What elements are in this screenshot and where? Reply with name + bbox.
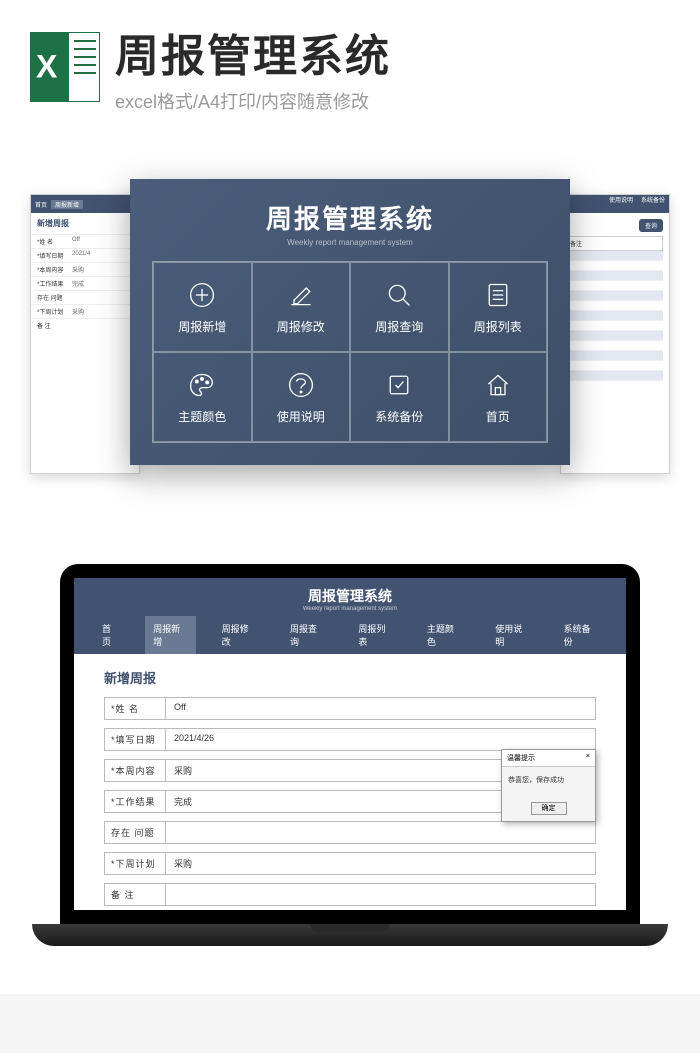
dialog-title: 温馨提示 bbox=[507, 753, 535, 763]
nav-theme[interactable]: 主题颜色 bbox=[419, 616, 469, 654]
dashboard-subtitle: Weekly report management system bbox=[152, 238, 548, 247]
tile-home[interactable]: 首页 bbox=[449, 352, 548, 442]
dialog-close-button[interactable]: × bbox=[586, 753, 590, 763]
page-header: X 周报管理系统 excel格式/A4打印/内容随意修改 bbox=[0, 0, 700, 124]
label-name: *姓 名 bbox=[104, 697, 166, 720]
input-nextplan[interactable]: 采购 bbox=[166, 852, 596, 875]
header-subtitle: excel格式/A4打印/内容随意修改 bbox=[115, 88, 670, 114]
input-name[interactable]: Off bbox=[166, 697, 596, 720]
edit-icon bbox=[286, 280, 316, 310]
preview-card-list: 使用说明 系统备份 查询 备注 bbox=[560, 194, 670, 474]
label-nextplan: *下周计划 bbox=[104, 852, 166, 875]
backup-icon bbox=[384, 370, 414, 400]
tile-edit-report[interactable]: 周报修改 bbox=[252, 262, 351, 352]
input-remark[interactable] bbox=[166, 883, 596, 906]
nav-backup[interactable]: 系统备份 bbox=[556, 616, 606, 654]
dashboard-title: 周报管理系统 bbox=[152, 199, 548, 236]
excel-icon: X bbox=[30, 32, 100, 102]
label-date: *填写日期 bbox=[104, 728, 166, 751]
laptop-mockup: 周报管理系统 Weekly report management system 首… bbox=[60, 564, 640, 994]
input-issue[interactable] bbox=[166, 821, 596, 844]
home-icon bbox=[483, 370, 513, 400]
tile-add-report[interactable]: 周报新增 bbox=[153, 262, 252, 352]
nav-search[interactable]: 周报查询 bbox=[282, 616, 332, 654]
label-remark: 备 注 bbox=[104, 883, 166, 906]
tile-backup[interactable]: 系统备份 bbox=[350, 352, 449, 442]
nav-home[interactable]: 首页 bbox=[94, 616, 127, 654]
search-icon bbox=[384, 280, 414, 310]
tile-list-report[interactable]: 周报列表 bbox=[449, 262, 548, 352]
form-heading: 新增周报 bbox=[104, 668, 596, 687]
label-content: *本周内容 bbox=[104, 759, 166, 782]
label-issue: 存在 问题 bbox=[104, 821, 166, 844]
help-icon bbox=[286, 370, 316, 400]
list-icon bbox=[483, 280, 513, 310]
label-result: *工作结果 bbox=[104, 790, 166, 813]
dashboard-card: 周报管理系统 Weekly report management system 周… bbox=[130, 179, 570, 465]
plus-circle-icon bbox=[187, 280, 217, 310]
input-date[interactable]: 2021/4/26 bbox=[166, 728, 596, 751]
dialog-ok-button[interactable]: 确定 bbox=[531, 802, 567, 815]
tile-help[interactable]: 使用说明 bbox=[252, 352, 351, 442]
tile-search-report[interactable]: 周报查询 bbox=[350, 262, 449, 352]
nav-add[interactable]: 周报新增 bbox=[145, 616, 195, 654]
dialog-body: 恭喜您，保存成功 bbox=[502, 767, 595, 793]
nav-help[interactable]: 使用说明 bbox=[487, 616, 537, 654]
app-header: 周报管理系统 Weekly report management system bbox=[74, 578, 626, 616]
preview-card-form: 首页 周报新增 新增周报 *姓 名Off *填写日期2021/4 *本周内容采购… bbox=[30, 194, 140, 474]
success-dialog: 温馨提示 × 恭喜您，保存成功 确定 bbox=[501, 749, 596, 822]
nav-bar: 首页 周报新增 周报修改 周报查询 周报列表 主题颜色 使用说明 系统备份 bbox=[74, 616, 626, 654]
header-title: 周报管理系统 bbox=[115, 20, 670, 84]
nav-list[interactable]: 周报列表 bbox=[350, 616, 400, 654]
nav-edit[interactable]: 周报修改 bbox=[214, 616, 264, 654]
palette-icon bbox=[187, 370, 217, 400]
tile-theme-color[interactable]: 主题颜色 bbox=[153, 352, 252, 442]
